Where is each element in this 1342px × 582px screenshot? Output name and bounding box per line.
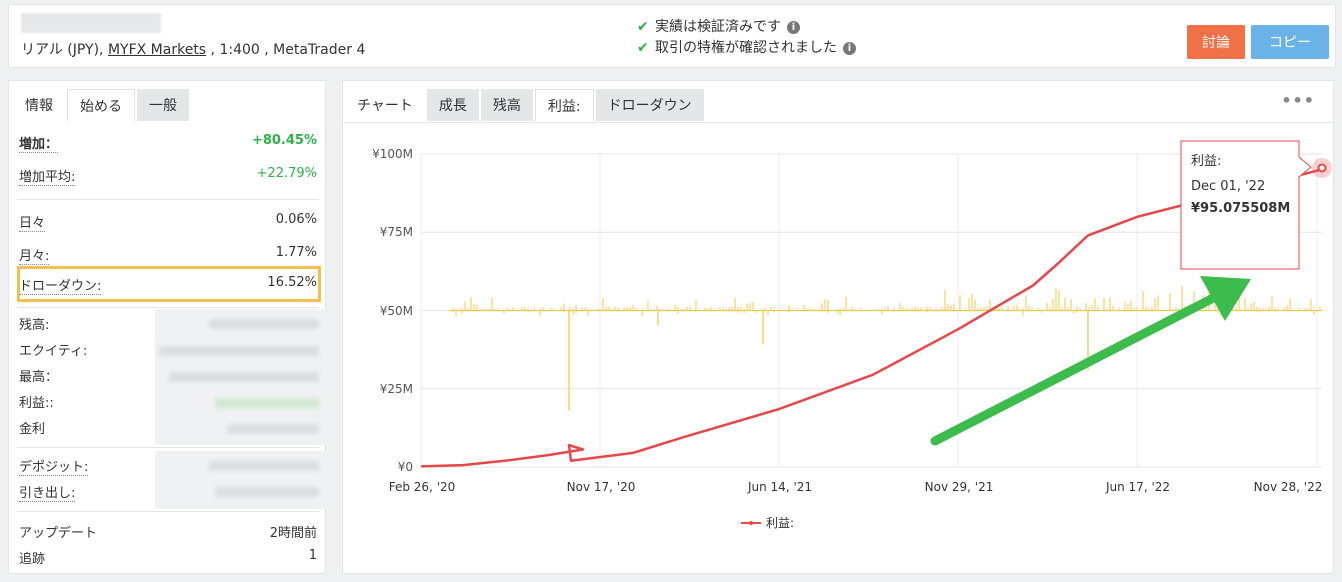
divider	[17, 307, 319, 308]
data-tooltip: 利益: Dec 01, '22 ¥95.075508M	[1180, 140, 1312, 270]
track-record-verified: 実績は検証済みです	[655, 19, 781, 35]
y-tick-label: ¥50M	[380, 304, 413, 318]
daily-label[interactable]: 日々	[19, 212, 46, 232]
tab-drawdown[interactable]: ドローダウン	[595, 89, 704, 121]
discuss-button[interactable]: 討論	[1187, 25, 1245, 59]
account-type: リアル (JPY),	[21, 42, 108, 58]
profit-chart[interactable]: ¥100M ¥75M ¥50M ¥25M ¥0 Feb 26, '20 Nov …	[343, 123, 1333, 573]
copy-button[interactable]: コピー	[1251, 25, 1329, 59]
x-axis-ticks: Feb 26, '20 Nov 17, '20 Jun 14, '21 Nov …	[389, 480, 1323, 494]
drawdown-value: 16.52%	[267, 275, 317, 290]
tab-info[interactable]: 情報	[13, 89, 65, 121]
updated-value: 2時間前	[269, 526, 317, 541]
tab-general[interactable]: 一般	[137, 89, 189, 121]
tooltip-value: ¥95.075508M	[1191, 201, 1290, 216]
tracking-value: 1	[308, 548, 317, 563]
x-tick-label: Nov 17, '20	[567, 480, 636, 494]
x-tick-label: Jun 14, '21	[747, 480, 812, 494]
stat-updated: アップデート 2時間前	[19, 522, 317, 541]
info-icon[interactable]: i	[843, 42, 856, 55]
tooltip-date: Dec 01, '22	[1191, 179, 1265, 194]
tracking-label: 追跡	[19, 552, 46, 567]
x-tick-label: Feb 26, '20	[389, 480, 456, 494]
verification-status: ✔ 実績は検証済みです i ✔ 取引の特権が確認されました i	[637, 17, 856, 59]
broker-link[interactable]: MYFX Markets	[108, 42, 206, 58]
stats-tabs: 情報 始める 一般	[13, 89, 191, 121]
y-tick-label: ¥25M	[380, 382, 413, 396]
chart-tabs: チャート 成長 残高 利益: ドローダウン	[345, 89, 706, 121]
deposits-label[interactable]: デポジット:	[19, 456, 89, 476]
stat-interest: 金利	[19, 418, 317, 437]
stat-daily: 日々 0.06%	[19, 212, 317, 232]
monthly-value: 1.77%	[275, 245, 317, 260]
account-name-blurred	[21, 13, 161, 33]
profit-label: 利益::	[19, 396, 54, 411]
gain-value: +80.45%	[251, 133, 317, 148]
equity-label: エクイティ:	[19, 344, 88, 359]
tab-profit[interactable]: 利益:	[534, 89, 594, 121]
avg-gain-value: +22.79%	[256, 166, 317, 181]
trading-privileges-verified: 取引の特権が確認されました	[655, 40, 837, 56]
drawdown-label[interactable]: ドローダウン:	[19, 275, 102, 295]
account-details: リアル (JPY), MYFX Markets , 1:400 , MetaTr…	[21, 39, 365, 59]
divider	[17, 511, 319, 512]
tab-getting-started[interactable]: 始める	[67, 89, 135, 121]
updated-label: アップデート	[19, 526, 98, 541]
check-icon: ✔	[637, 40, 649, 56]
y-tick-label: ¥0	[398, 460, 413, 474]
chart-legend[interactable]: 利益:	[741, 516, 794, 530]
interest-label: 金利	[19, 422, 46, 437]
y-tick-label: ¥75M	[380, 225, 413, 239]
y-tick-label: ¥100M	[372, 147, 413, 161]
stat-drawdown: ドローダウン: 16.52%	[19, 275, 317, 295]
stats-panel: 情報 始める 一般 増加： +80.45% 増加平均: +22.79% 日々 0…	[8, 80, 327, 574]
x-tick-label: Nov 29, '21	[925, 480, 994, 494]
tab-growth[interactable]: 成長	[426, 89, 479, 121]
tab-chart[interactable]: チャート	[345, 89, 425, 121]
stat-avg-gain: 増加平均: +22.79%	[19, 166, 317, 186]
chart-panel: チャート 成長 残高 利益: ドローダウン ••• ¥100M ¥75M ¥50…	[342, 80, 1334, 574]
stat-withdrawals: 引き出し:	[19, 482, 317, 502]
stat-balance: 残高:	[19, 314, 317, 333]
withdrawals-label[interactable]: 引き出し:	[19, 482, 76, 502]
stat-tracking: 追跡 1	[19, 548, 317, 567]
x-tick-label: Nov 28, '22	[1254, 480, 1323, 494]
tab-balance[interactable]: 残高	[480, 89, 533, 121]
account-leverage-platform: , 1:400 , MetaTrader 4	[206, 42, 366, 58]
monthly-label[interactable]: 月々:	[19, 245, 50, 265]
x-tick-label: Jun 17, '22	[1105, 480, 1170, 494]
balance-label: 残高:	[19, 318, 50, 333]
stat-equity: エクイティ:	[19, 340, 317, 359]
avg-gain-label[interactable]: 増加平均:	[19, 166, 76, 186]
divider	[17, 447, 319, 448]
stat-monthly: 月々: 1.77%	[19, 245, 317, 265]
stat-deposits: デポジット:	[19, 456, 317, 476]
highest-label: 最高：	[19, 370, 59, 385]
divider	[17, 199, 319, 200]
stat-highest: 最高：	[19, 366, 317, 385]
account-header: リアル (JPY), MYFX Markets , 1:400 , MetaTr…	[8, 4, 1336, 68]
tooltip-title: 利益:	[1191, 154, 1221, 169]
check-icon: ✔	[637, 19, 649, 35]
legend-marker-icon	[749, 521, 753, 525]
daily-value: 0.06%	[275, 212, 317, 227]
more-options-icon[interactable]: •••	[1281, 91, 1315, 110]
stat-profit: 利益::	[19, 392, 317, 411]
info-icon[interactable]: i	[787, 21, 800, 34]
y-axis-ticks: ¥100M ¥75M ¥50M ¥25M ¥0	[372, 147, 413, 474]
gain-label[interactable]: 増加：	[19, 133, 59, 153]
stat-gain: 増加： +80.45%	[19, 133, 317, 153]
endpoint-marker[interactable]	[1317, 163, 1327, 173]
legend-label: 利益:	[766, 516, 794, 530]
trend-arrow	[930, 276, 1251, 446]
